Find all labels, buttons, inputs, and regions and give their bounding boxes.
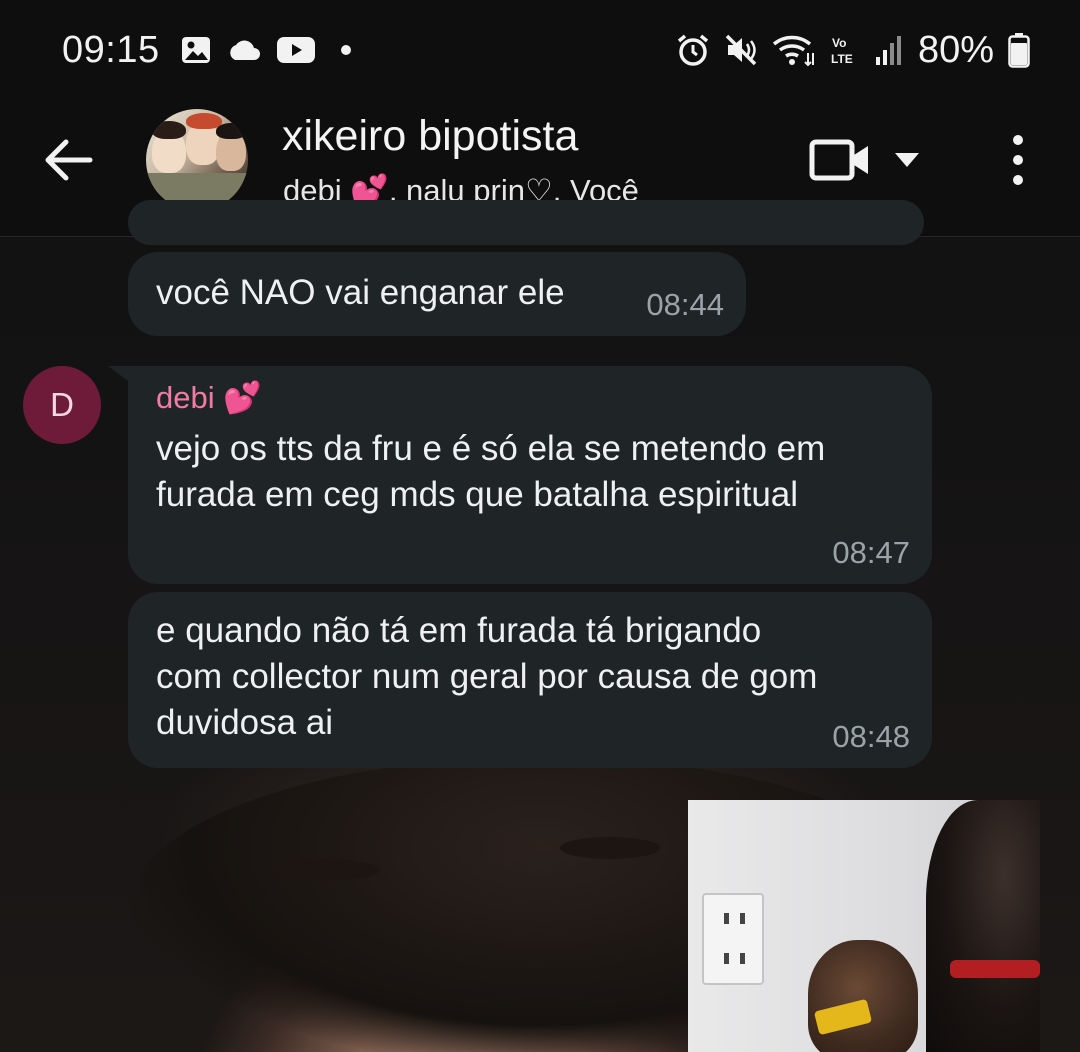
back-arrow-icon (45, 139, 93, 181)
more-vertical-icon (1013, 135, 1023, 185)
signal-icon (874, 33, 904, 67)
message-bubble[interactable]: e quando não tá em furada tá brigando co… (128, 592, 932, 768)
svg-text:LTE: LTE (831, 52, 853, 66)
gallery-icon (180, 34, 212, 66)
group-avatar[interactable] (146, 109, 248, 211)
sender-avatar[interactable]: D (23, 366, 101, 444)
dot-icon (340, 44, 352, 56)
video-camera-icon (809, 139, 868, 181)
video-call-button[interactable] (808, 136, 872, 184)
dog-collar-detail (950, 960, 1040, 978)
image-message[interactable] (688, 800, 1040, 1052)
message-text: você NAO vai enganar ele (156, 273, 565, 312)
sender-name[interactable]: debi 💕 (156, 378, 262, 418)
message-timestamp: 08:47 (832, 535, 910, 570)
message-timestamp: 08:44 (646, 287, 724, 322)
wallpaper-eye-right (560, 837, 660, 859)
message-bubble-partial[interactable] (128, 200, 924, 245)
outlet-image-detail (702, 893, 764, 985)
battery-icon (1008, 32, 1030, 68)
avatar-hair-1 (152, 121, 186, 139)
message-text: vejo os tts da fru e é só ela se metendo… (156, 429, 826, 514)
status-bar: 09:15 Vo LTE 80% (0, 0, 1080, 100)
outlet-slot (724, 953, 729, 964)
chat-screen: 09:15 Vo LTE 80% xikeiro bipotista debi … (0, 0, 1080, 1052)
outlet-slot (740, 953, 745, 964)
chat-title[interactable]: xikeiro bipotista (282, 112, 578, 161)
sender-avatar-letter: D (50, 386, 74, 423)
status-time: 09:15 (62, 28, 160, 71)
mute-icon (724, 33, 758, 67)
alarm-icon (676, 33, 710, 67)
message-timestamp: 08:48 (832, 719, 910, 754)
back-button[interactable] (38, 135, 98, 185)
wifi-icon (772, 33, 816, 67)
outlet-slot (724, 913, 729, 924)
status-right-icons: Vo LTE 80% (676, 29, 1030, 72)
dog-image-detail (926, 800, 1040, 1052)
monkey-image-detail (808, 940, 918, 1052)
youtube-icon (276, 35, 316, 65)
battery-percentage: 80% (917, 28, 994, 71)
message-bubble[interactable]: você NAO vai enganar ele 08:44 (128, 252, 746, 336)
call-options-dropdown[interactable] (893, 150, 921, 170)
outlet-slot (740, 913, 745, 924)
avatar-hair-3 (216, 123, 246, 139)
overflow-menu-button[interactable] (1000, 132, 1036, 188)
wallpaper-eye-left (270, 859, 380, 881)
volte-icon: Vo LTE (830, 33, 860, 67)
svg-text:Vo: Vo (832, 36, 846, 50)
message-bubble[interactable]: debi 💕 vejo os tts da fru e é só ela se … (128, 366, 932, 584)
message-text: e quando não tá em furada tá brigando co… (156, 611, 818, 742)
dropdown-arrow-icon (895, 153, 919, 167)
status-left-icons (180, 34, 352, 66)
cloud-icon (226, 38, 262, 62)
